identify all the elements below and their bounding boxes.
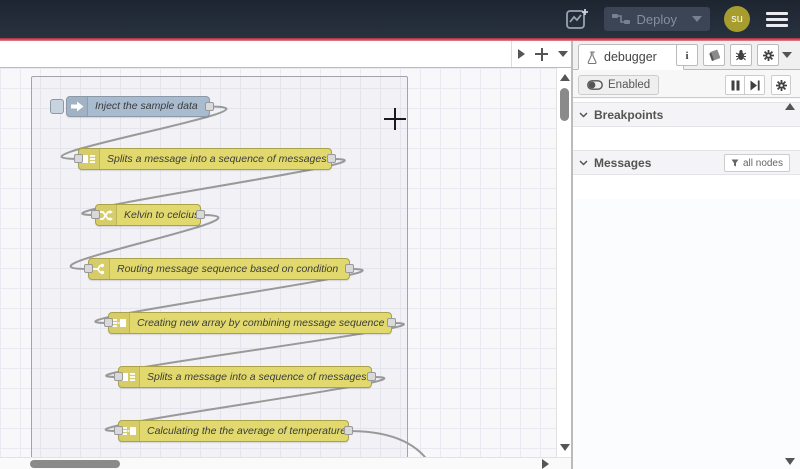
debug-tab-button[interactable]: [730, 44, 752, 66]
funnel-icon: [731, 159, 739, 167]
chevron-down-icon: [579, 159, 588, 166]
messages-empty-list: [573, 199, 800, 469]
debugger-settings-button[interactable]: [771, 75, 791, 95]
output-port[interactable]: [196, 210, 205, 219]
node-label: Splits a message into a sequence of mess…: [107, 153, 330, 165]
scroll-up-icon[interactable]: [560, 74, 570, 81]
input-port[interactable]: [91, 210, 100, 219]
filter-label: all nodes: [742, 157, 783, 169]
input-port[interactable]: [74, 154, 83, 163]
toggle-on-icon: [587, 80, 603, 90]
tab-debugger[interactable]: debugger: [578, 44, 684, 70]
flow-node-join[interactable]: Calculating the the average of temperatu…: [114, 420, 353, 442]
deploy-label: Deploy: [636, 11, 677, 27]
output-port[interactable]: [344, 426, 353, 435]
deploy-dropdown-icon[interactable]: [692, 16, 702, 22]
debugger-enabled-toggle[interactable]: Enabled: [578, 75, 660, 95]
header-bar: Deploy su: [0, 0, 800, 38]
pause-icon: [731, 80, 739, 90]
gear-icon: [762, 49, 774, 61]
vertical-scroll-thumb[interactable]: [560, 88, 569, 121]
flow-node-switch[interactable]: Routing message sequence based on condit…: [84, 258, 354, 280]
main-menu-icon[interactable]: [764, 8, 790, 31]
canvas-horizontal-scrollbar[interactable]: [0, 457, 571, 469]
input-port[interactable]: [104, 318, 113, 327]
sidebar-scroll-up-icon[interactable]: [785, 103, 795, 110]
output-port[interactable]: [367, 372, 376, 381]
info-icon: i: [685, 50, 688, 61]
breakpoints-label: Breakpoints: [594, 107, 664, 122]
breakpoints-empty-list: [573, 127, 800, 150]
node-label: Calculating the the average of temperatu…: [147, 425, 347, 437]
user-avatar[interactable]: su: [724, 6, 750, 32]
flow-node-split[interactable]: Splits a message into a sequence of mess…: [74, 148, 336, 170]
assistant-icon[interactable]: [564, 6, 590, 32]
breakpoints-section-header[interactable]: Breakpoints: [573, 102, 800, 127]
gear-icon: [775, 79, 787, 91]
chevron-down-icon: [579, 111, 588, 118]
flow-tabbar: [0, 41, 571, 68]
flow-node-inject[interactable]: Inject the sample data: [50, 96, 214, 117]
inject-arrow-icon: [67, 97, 88, 116]
step-button[interactable]: [745, 75, 765, 95]
inject-trigger-button[interactable]: [50, 99, 64, 114]
node-red-app: Deploy su Inject the sample data Splits a…: [0, 0, 800, 469]
step-next-icon: [750, 80, 760, 90]
debugger-toolbar: Enabled: [573, 71, 800, 98]
sidebar-scroll-down-icon[interactable]: [785, 458, 795, 465]
messages-label: Messages: [594, 155, 652, 170]
input-port[interactable]: [114, 426, 123, 435]
deploy-button[interactable]: Deploy: [603, 7, 710, 31]
book-icon: [708, 49, 720, 61]
input-port[interactable]: [84, 264, 93, 273]
wire[interactable]: [348, 430, 446, 457]
svg-text:i: i: [685, 50, 688, 61]
canvas-vertical-scrollbar[interactable]: [556, 68, 571, 457]
output-port[interactable]: [327, 154, 336, 163]
output-port[interactable]: [345, 264, 354, 273]
add-flow-button[interactable]: [535, 47, 548, 61]
horizontal-scroll-thumb[interactable]: [30, 460, 120, 468]
enabled-label: Enabled: [608, 79, 651, 91]
scroll-down-icon[interactable]: [560, 444, 570, 451]
flask-icon: [587, 50, 597, 64]
tab-debugger-label: debugger: [604, 50, 657, 64]
sidebar: debugger i Enabled Breakpoints Messages …: [571, 41, 800, 469]
node-label: Splits a message into a sequence of mess…: [147, 371, 370, 383]
node-label: Inject the sample data: [95, 100, 198, 112]
flow-node-join[interactable]: Creating new array by combining message …: [104, 312, 396, 334]
scroll-tabs-right-icon[interactable]: [518, 49, 525, 59]
help-tab-button[interactable]: [703, 44, 725, 66]
debugger-panel: Breakpoints Messages all nodes: [573, 99, 800, 469]
sidebar-tabs-dropdown-icon[interactable]: [782, 52, 792, 58]
bug-icon: [735, 49, 747, 60]
node-label: Routing message sequence based on condit…: [117, 263, 339, 275]
flow-canvas[interactable]: Inject the sample data Splits a message i…: [0, 68, 556, 457]
input-port[interactable]: [114, 372, 123, 381]
node-label: Creating new array by combining message …: [137, 317, 385, 329]
deploy-nodes-icon: [611, 14, 630, 24]
messages-filter-button[interactable]: all nodes: [723, 154, 790, 172]
flow-node-change[interactable]: Kelvin to celcius: [91, 204, 205, 226]
messages-section-header[interactable]: Messages all nodes: [573, 150, 800, 175]
settings-tab-button[interactable]: [757, 44, 779, 66]
crosshair-cursor: [384, 108, 406, 130]
scroll-right-icon[interactable]: [542, 459, 549, 469]
sidebar-tabrow: debugger i: [573, 41, 800, 70]
flow-node-split[interactable]: Splits a message into a sequence of mess…: [114, 366, 376, 388]
output-port[interactable]: [205, 101, 214, 111]
info-tab-button[interactable]: i: [676, 44, 698, 66]
output-port[interactable]: [387, 318, 396, 327]
flow-list-icon[interactable]: [558, 51, 568, 57]
pause-button[interactable]: [725, 75, 745, 95]
